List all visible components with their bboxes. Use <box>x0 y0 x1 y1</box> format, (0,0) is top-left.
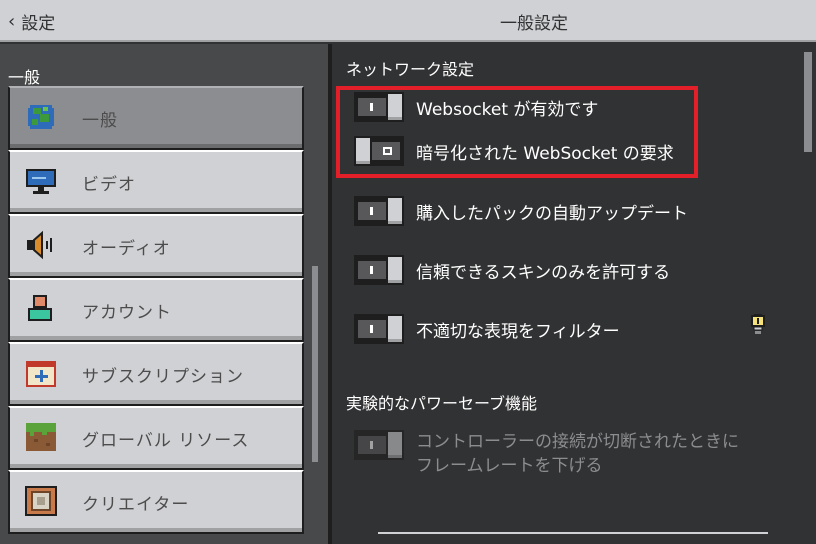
auto-update-packs-setting: 購入したパックの自動アップデート <box>354 193 688 229</box>
encrypted-websocket-toggle[interactable] <box>354 136 404 166</box>
setting-label: 暗号化された WebSocket の要求 <box>416 143 674 164</box>
trusted-skins-setting: 信頼できるスキンのみを許可する <box>354 252 670 288</box>
sidebar-item-subscriptions[interactable]: サブスクリプション <box>8 342 304 406</box>
back-button-label: 設定 <box>21 13 56 34</box>
websocket-enabled-toggle[interactable] <box>354 92 404 122</box>
top-bar: ‹ 設定 一般設定 <box>0 0 816 42</box>
setting-label-line: フレームレートを下げる <box>416 456 603 476</box>
sidebar: 一般 一般 ビデオ オーディオ アカウント サブスクリプション グローバル リソ… <box>0 44 332 544</box>
websocket-enabled-setting: Websocket が有効です <box>354 89 598 125</box>
setting-label: 購入したパックの自動アップデート <box>416 203 688 224</box>
command-block-icon <box>25 486 57 516</box>
sidebar-scrollbar[interactable] <box>312 266 318 462</box>
setting-label: 不適切な表現をフィルター <box>416 321 620 342</box>
reduce-framerate-toggle[interactable] <box>354 430 404 460</box>
divider <box>378 532 768 534</box>
sidebar-item-label: 一般 <box>82 110 118 131</box>
setting-label-line: コントローラーの接続が切断されたときに <box>416 432 739 452</box>
reduce-framerate-setting: コントローラーの接続が切断されたときに フレームレートを下げる <box>354 430 739 480</box>
experimental-section-title: 実験的なパワーセーブ機能 <box>346 394 538 413</box>
settings-panel: ネットワーク設定 Websocket が有効です 暗号化された WebSocke… <box>336 44 816 544</box>
sidebar-item-creator[interactable]: クリエイター <box>8 470 304 534</box>
sidebar-item-label: クリエイター <box>82 494 190 515</box>
profanity-filter-setting: 不適切な表現をフィルター <box>354 311 620 347</box>
lightbulb-icon[interactable] <box>750 314 766 336</box>
network-section-title: ネットワーク設定 <box>346 60 475 79</box>
grass-block-icon <box>26 423 56 451</box>
back-button[interactable]: ‹ 設定 <box>8 0 55 42</box>
setting-label: Websocket が有効です <box>416 99 599 120</box>
sidebar-item-video[interactable]: ビデオ <box>8 150 304 214</box>
chevron-left-icon: ‹ <box>8 10 16 32</box>
globe-icon <box>28 105 54 129</box>
setting-label: コントローラーの接続が切断されたときに フレームレートを下げる <box>416 430 739 478</box>
trusted-skins-toggle[interactable] <box>354 255 404 285</box>
sidebar-item-global-resources[interactable]: グローバル リソース <box>8 406 304 470</box>
sidebar-item-label: ビデオ <box>82 174 136 195</box>
speaker-icon <box>27 230 52 260</box>
encrypted-websocket-setting: 暗号化された WebSocket の要求 <box>354 133 674 169</box>
monitor-icon <box>26 169 56 194</box>
sidebar-heading: 一般 <box>8 68 41 87</box>
sidebar-item-label: サブスクリプション <box>82 366 244 387</box>
nav-list: 一般 ビデオ オーディオ アカウント サブスクリプション グローバル リソース … <box>8 86 304 534</box>
sidebar-item-label: アカウント <box>82 302 172 323</box>
profanity-filter-toggle[interactable] <box>354 314 404 344</box>
sidebar-item-account[interactable]: アカウント <box>8 278 304 342</box>
sidebar-item-audio[interactable]: オーディオ <box>8 214 304 278</box>
sidebar-item-general[interactable]: 一般 <box>8 86 304 150</box>
content-scrollbar[interactable] <box>804 52 812 152</box>
page-title: 一般設定 <box>500 13 568 34</box>
sidebar-item-label: グローバル リソース <box>82 430 250 451</box>
sidebar-item-label: オーディオ <box>82 238 171 259</box>
setting-label: 信頼できるスキンのみを許可する <box>416 262 671 283</box>
subscription-icon <box>26 361 56 387</box>
auto-update-packs-toggle[interactable] <box>354 196 404 226</box>
account-icon <box>28 295 52 321</box>
